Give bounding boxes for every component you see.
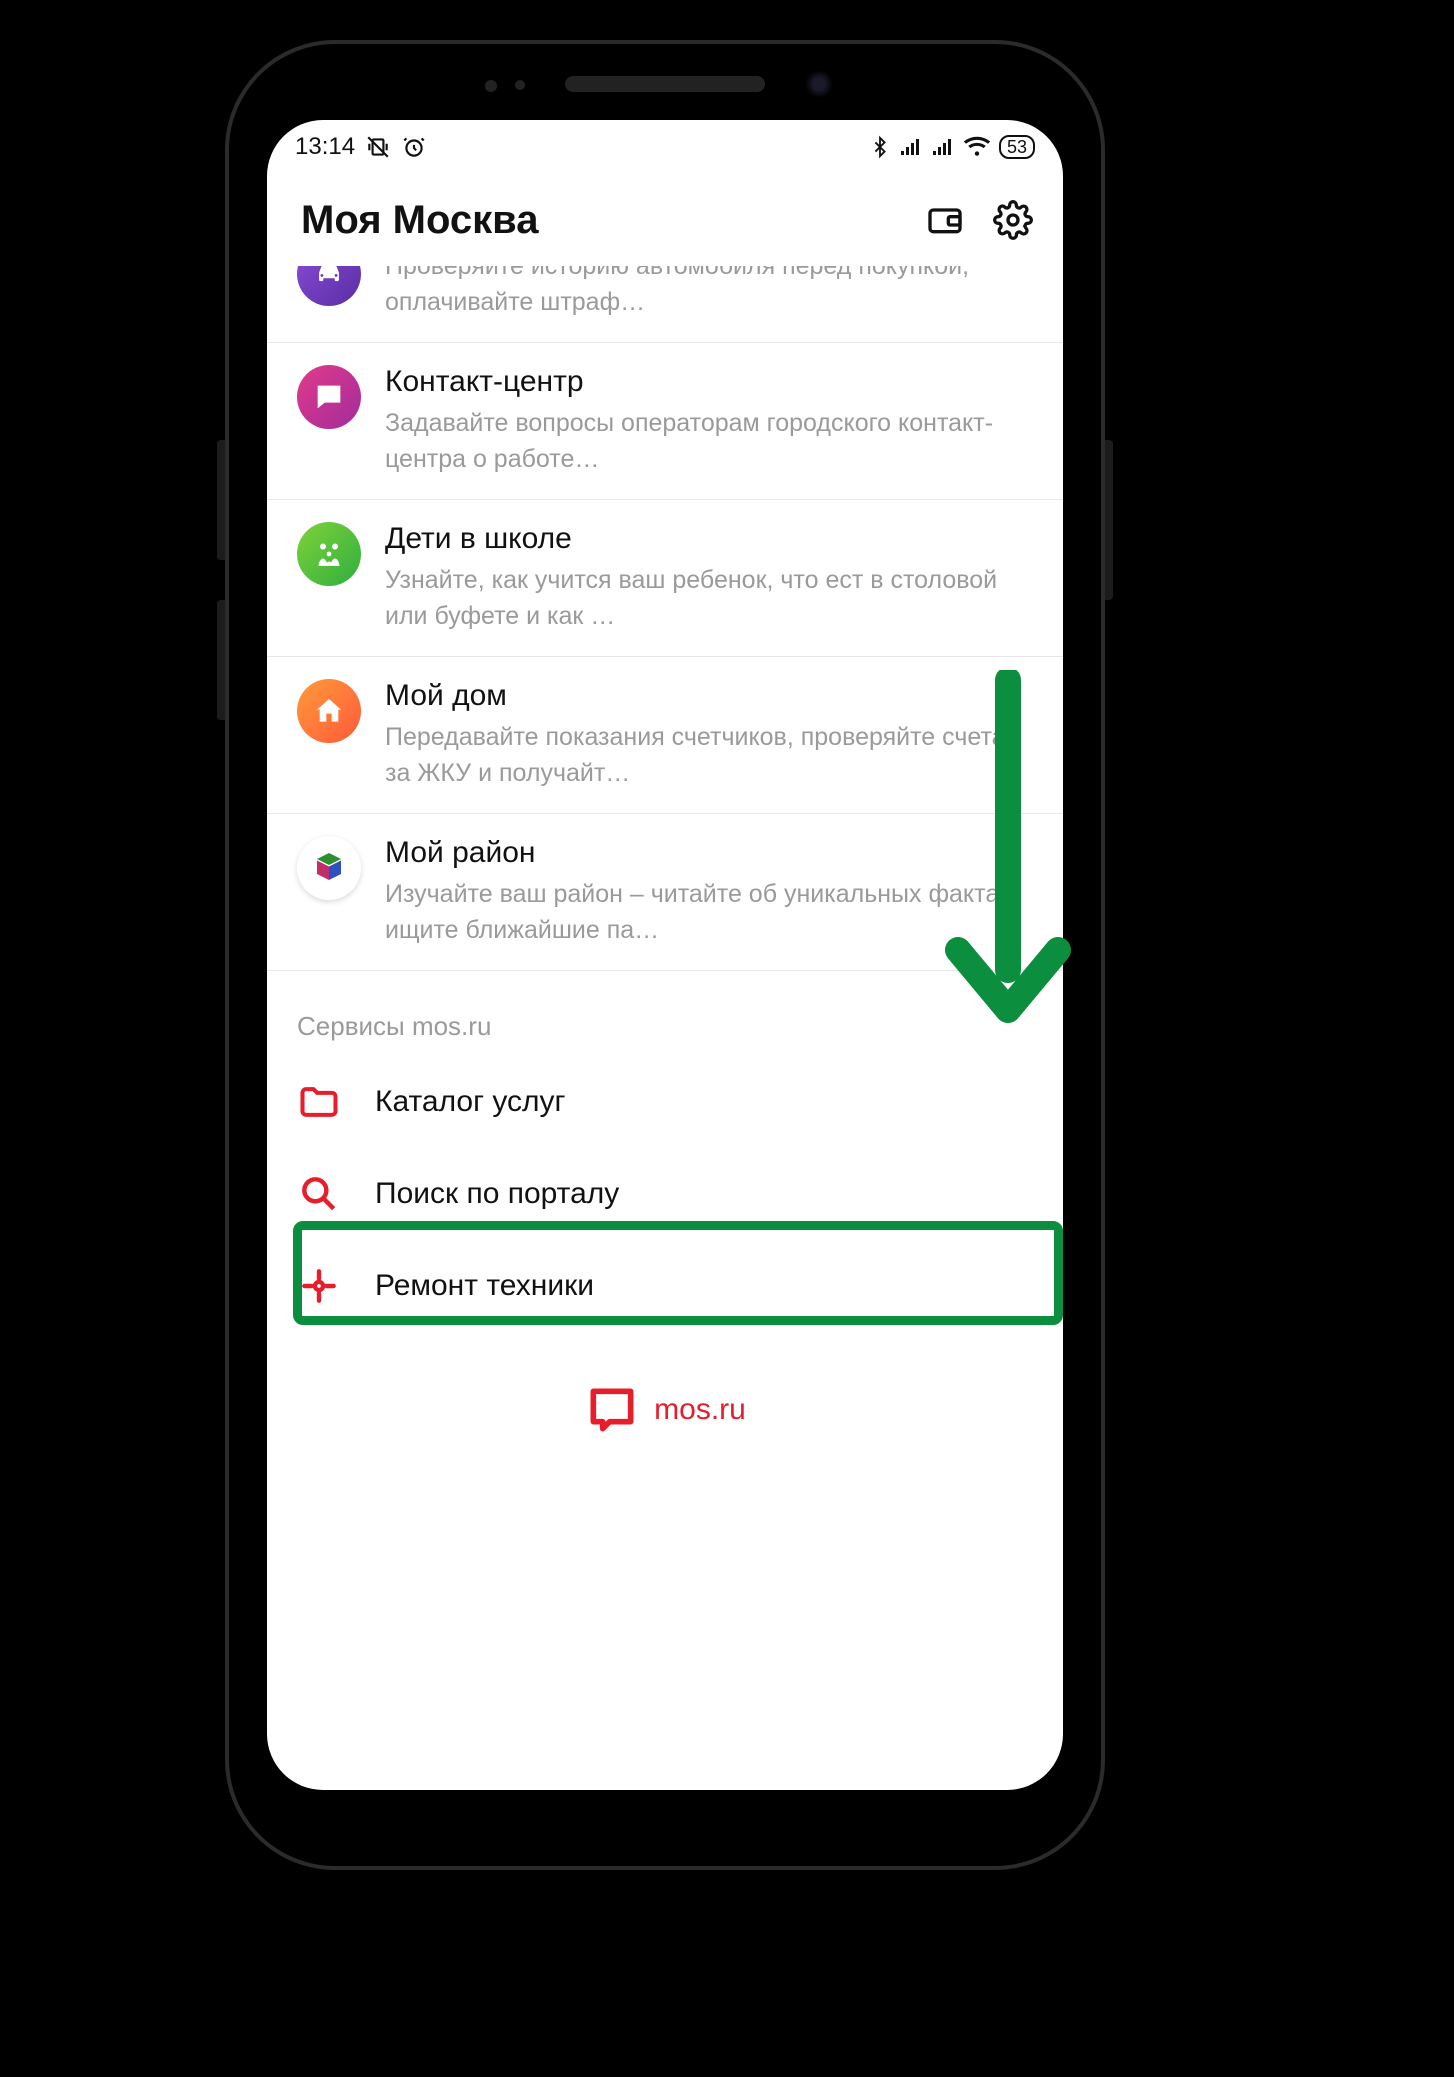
phone-speaker [565, 76, 765, 92]
wallet-icon[interactable] [925, 200, 965, 240]
list-item-title: Мой дом [385, 677, 1033, 715]
list-item-subtitle: Проверяйте историю автомобиля перед поку… [385, 266, 1033, 320]
chat-question-icon [297, 365, 361, 429]
battery-indicator: 53 [999, 135, 1035, 159]
volume-down-button [217, 600, 225, 720]
mosru-logo-icon [584, 1382, 640, 1438]
phone-sensor [485, 80, 497, 92]
service-catalog[interactable]: Каталог услуг [267, 1056, 1063, 1148]
service-label: Каталог услуг [375, 1085, 566, 1119]
cube-icon [297, 836, 361, 900]
device-screen: 13:14 [267, 120, 1063, 1790]
phone-camera [805, 70, 833, 98]
content-scroll[interactable]: Проверяйте историю автомобиля перед поку… [267, 266, 1063, 1790]
list-item-my-home[interactable]: Мой дом Передавайте показания счетчиков,… [267, 657, 1063, 814]
service-repair[interactable]: Ремонт техники [267, 1240, 1063, 1332]
vibrate-off-icon [365, 134, 391, 160]
footer-brand[interactable]: mos.ru [267, 1332, 1063, 1478]
phone-sensor [515, 80, 525, 90]
repair-icon [297, 1264, 341, 1308]
service-label: Ремонт техники [375, 1269, 594, 1303]
list-item-title: Мой район [385, 834, 1033, 872]
list-item-kids-school[interactable]: Дети в школе Узнайте, как учится ваш реб… [267, 500, 1063, 657]
power-button [1105, 440, 1113, 600]
bluetooth-icon [869, 134, 891, 160]
footer-brand-label: mos.ru [654, 1393, 746, 1427]
service-label: Поиск по порталу [375, 1177, 619, 1211]
search-icon [297, 1172, 341, 1216]
section-header-services: Сервисы mos.ru [267, 971, 1063, 1056]
list-item-title: Дети в школе [385, 520, 1033, 558]
status-bar: 13:14 [267, 120, 1063, 174]
page-title: Моя Москва [301, 198, 538, 243]
home-icon [297, 679, 361, 743]
list-item-subtitle: Задавайте вопросы операторам городского … [385, 405, 1033, 477]
list-item-subtitle: Изучайте ваш район – читайте об уникальн… [385, 876, 1033, 948]
list-item-subtitle: Узнайте, как учится ваш ребенок, что ест… [385, 562, 1033, 634]
signal-icon [931, 137, 955, 157]
service-search-portal[interactable]: Поиск по порталу [267, 1148, 1063, 1240]
phone-frame: 13:14 [225, 40, 1105, 1870]
list-item-auto[interactable]: Проверяйте историю автомобиля перед поку… [267, 266, 1063, 343]
folder-icon [297, 1080, 341, 1124]
signal-icon [899, 137, 923, 157]
wifi-icon [963, 136, 991, 158]
list-item-title: Контакт-центр [385, 363, 1033, 401]
volume-up-button [217, 440, 225, 560]
list-item-subtitle: Передавайте показания счетчиков, проверя… [385, 719, 1033, 791]
gear-icon[interactable] [993, 200, 1033, 240]
alarm-icon [401, 134, 427, 160]
list-item-contact-center[interactable]: Контакт-центр Задавайте вопросы оператор… [267, 343, 1063, 500]
list-item-my-district[interactable]: Мой район Изучайте ваш район – читайте о… [267, 814, 1063, 971]
app-header: Моя Москва [267, 174, 1063, 266]
family-icon [297, 522, 361, 586]
car-icon [297, 266, 361, 306]
status-time: 13:14 [295, 133, 355, 161]
